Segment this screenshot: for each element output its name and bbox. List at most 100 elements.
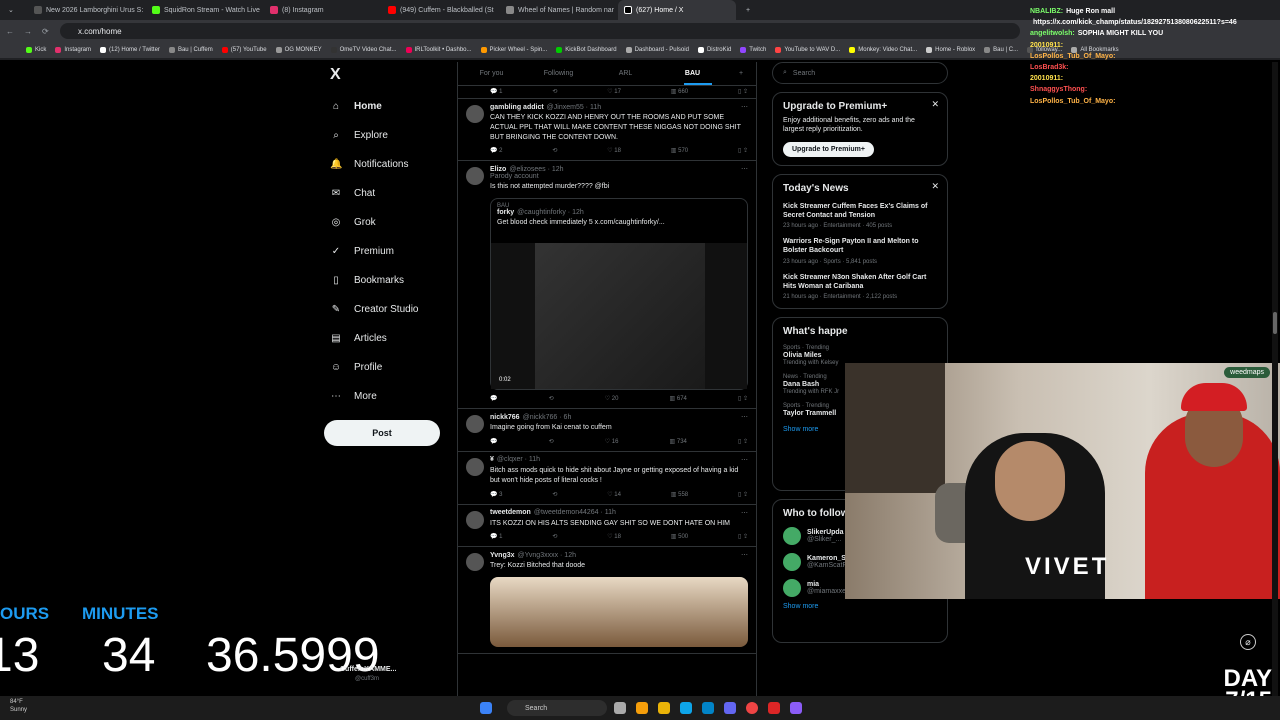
bookmark-item[interactable]: IRLToolkit • Dashbo...: [405, 47, 472, 53]
more-icon[interactable]: ⋯: [741, 456, 748, 464]
browser-tab[interactable]: Wheel of Names | Random nar: [500, 0, 618, 20]
more-icon[interactable]: ⋯: [741, 165, 748, 173]
bookmark-item[interactable]: Instagram: [55, 47, 91, 53]
browser-tab[interactable]: (8) Instagram: [264, 0, 382, 20]
author-name[interactable]: Yvng3x: [490, 552, 515, 559]
follow-name[interactable]: mia: [807, 581, 848, 588]
tweet[interactable]: gambling addict @Jinxem55 · 11h ⋯ CAN THEY …: [458, 99, 756, 162]
bookmark-item[interactable]: DistroKid: [697, 47, 731, 53]
task-view-icon[interactable]: [614, 702, 626, 714]
views-icon[interactable]: ▥ 558: [671, 491, 688, 498]
avatar[interactable]: [466, 553, 484, 572]
reload-icon[interactable]: ⟳: [42, 27, 49, 36]
bookmark-item[interactable]: (57) YouTube: [221, 47, 267, 53]
bookmark-item[interactable]: Monkey: Video Chat...: [849, 47, 917, 53]
author-name[interactable]: Elizo: [490, 166, 506, 173]
avatar[interactable]: [466, 457, 484, 476]
show-more-link[interactable]: Show more: [783, 603, 937, 610]
scrollbar-thumb[interactable]: [1273, 312, 1277, 334]
browser-tab[interactable]: New 2026 Lamborghini Urus S:: [28, 0, 146, 20]
nav-item-creator-studio[interactable]: ✎ Creator Studio: [320, 295, 450, 324]
avatar[interactable]: [783, 578, 801, 597]
taskbar-search[interactable]: Search: [507, 700, 607, 716]
upgrade-premium-button[interactable]: Upgrade to Premium+: [783, 142, 874, 158]
news-item[interactable]: Kick Streamer Cuffem Faces Ex's Claims o…: [783, 202, 937, 229]
like-icon[interactable]: ♡ 20: [605, 395, 619, 402]
browser-tab[interactable]: SquidRon Stream - Watch Live: [146, 0, 264, 20]
bookmark-icon[interactable]: ▯ ⇪: [738, 395, 748, 402]
reply-icon[interactable]: 💬 1: [490, 533, 502, 540]
like-icon[interactable]: ♡ 16: [605, 438, 619, 445]
bookmark-item[interactable]: YouTube to WAV D...: [775, 47, 840, 53]
views-icon[interactable]: ▥ 674: [670, 395, 687, 402]
reply-icon[interactable]: 💬: [490, 438, 497, 445]
bookmark-item[interactable]: Picker Wheel - Spin...: [480, 47, 547, 53]
edge-icon[interactable]: [680, 702, 692, 714]
reply-icon[interactable]: 💬 1: [490, 88, 502, 95]
views-icon[interactable]: ▥ 660: [671, 88, 688, 95]
nav-item-home[interactable]: ⌂ Home: [320, 92, 450, 121]
bookmark-item[interactable]: OG MONKEY: [275, 47, 322, 53]
x-logo-icon[interactable]: X: [330, 66, 450, 84]
post-button[interactable]: Post: [324, 420, 440, 446]
bookmark-icon[interactable]: ▯ ⇪: [738, 533, 748, 540]
quoted-tweet[interactable]: BAU forky @caughtinforky · 12h Get blood ch…: [490, 198, 748, 391]
tweet[interactable]: tweetdemon @tweetdemon44264 · 11h ⋯ ITS KOZ…: [458, 505, 756, 548]
browser-tab-active[interactable]: (627) Home / X: [618, 0, 736, 20]
author-name[interactable]: ¥: [490, 456, 494, 463]
repost-icon[interactable]: ⟲: [552, 147, 557, 154]
avatar[interactable]: [466, 167, 484, 186]
repost-icon[interactable]: ⟲: [552, 491, 557, 498]
reply-icon[interactable]: 💬: [490, 395, 497, 402]
nav-item-more[interactable]: ⋯ More: [320, 382, 450, 411]
nav-item-articles[interactable]: ▤ Articles: [320, 324, 450, 353]
nav-item-bookmarks[interactable]: ▯ Bookmarks: [320, 266, 450, 295]
discord-icon[interactable]: [790, 702, 802, 714]
bookmark-item[interactable]: Kick: [26, 47, 46, 53]
more-icon[interactable]: ⋯: [741, 413, 748, 421]
avatar[interactable]: [783, 526, 801, 545]
views-icon[interactable]: ▥ 570: [671, 147, 688, 154]
nav-item-notifications[interactable]: 🔔 Notifications: [320, 150, 450, 179]
views-icon[interactable]: ▥ 500: [671, 533, 688, 540]
app-icon[interactable]: [724, 702, 736, 714]
bookmark-item[interactable]: Bau | Cuffem: [168, 47, 213, 53]
bookmark-item[interactable]: OmeTV Video Chat...: [330, 47, 397, 53]
url-input[interactable]: x.com/home: [60, 23, 1020, 39]
tweet[interactable]: ¥ @clqxer · 11h ⋯ Bitch ass mods quick to h…: [458, 452, 756, 505]
news-item[interactable]: Warriors Re-Sign Payton II and Melton to…: [783, 237, 937, 264]
link-icon[interactable]: ⌀: [1240, 634, 1256, 650]
more-icon[interactable]: ⋯: [741, 103, 748, 111]
bookmark-item[interactable]: (12) Home / Twitter: [100, 47, 160, 53]
views-icon[interactable]: ▥ 734: [670, 438, 687, 445]
add-tab-icon[interactable]: +: [726, 70, 756, 77]
bookmark-item[interactable]: Dashboard - Pulsoid: [625, 47, 689, 53]
like-icon[interactable]: ♡ 14: [607, 491, 621, 498]
follow-name[interactable]: SlikerUpda: [807, 529, 844, 536]
tab-arl[interactable]: ARL: [592, 70, 659, 77]
chrome-icon[interactable]: [746, 702, 758, 714]
start-icon[interactable]: [480, 702, 492, 714]
repost-icon[interactable]: ⟲: [549, 395, 554, 402]
tweet[interactable]: nickk766 @nickk766 · 6h ⋯ Imagine going fro…: [458, 409, 756, 452]
close-icon[interactable]: ✕: [931, 181, 939, 192]
bookmark-icon[interactable]: ▯ ⇪: [738, 147, 748, 154]
reply-icon[interactable]: 💬 3: [490, 491, 502, 498]
more-icon[interactable]: ⋯: [741, 509, 748, 517]
tab-bau[interactable]: BAU: [659, 70, 726, 77]
bookmark-item[interactable]: Home - Roblox: [926, 47, 975, 53]
browser-tab[interactable]: (949) Cuffem - Blackballed (St: [382, 0, 500, 20]
author-name[interactable]: gambling addict: [490, 104, 544, 111]
more-icon[interactable]: ⋯: [741, 551, 748, 559]
scrollbar[interactable]: [1272, 62, 1278, 696]
weather-widget[interactable]: 84°F Sunny: [10, 699, 27, 715]
bookmark-item[interactable]: Twitch: [740, 47, 766, 53]
avatar[interactable]: [466, 510, 484, 529]
avatar[interactable]: [466, 415, 484, 434]
like-icon[interactable]: ♡ 18: [607, 147, 621, 154]
bookmark-icon[interactable]: ▯ ⇪: [738, 491, 748, 498]
account-name[interactable]: CuffemKAMME...: [340, 666, 396, 673]
new-tab-icon[interactable]: +: [736, 7, 750, 14]
file-explorer-icon[interactable]: [658, 702, 670, 714]
close-icon[interactable]: ✕: [931, 99, 939, 110]
